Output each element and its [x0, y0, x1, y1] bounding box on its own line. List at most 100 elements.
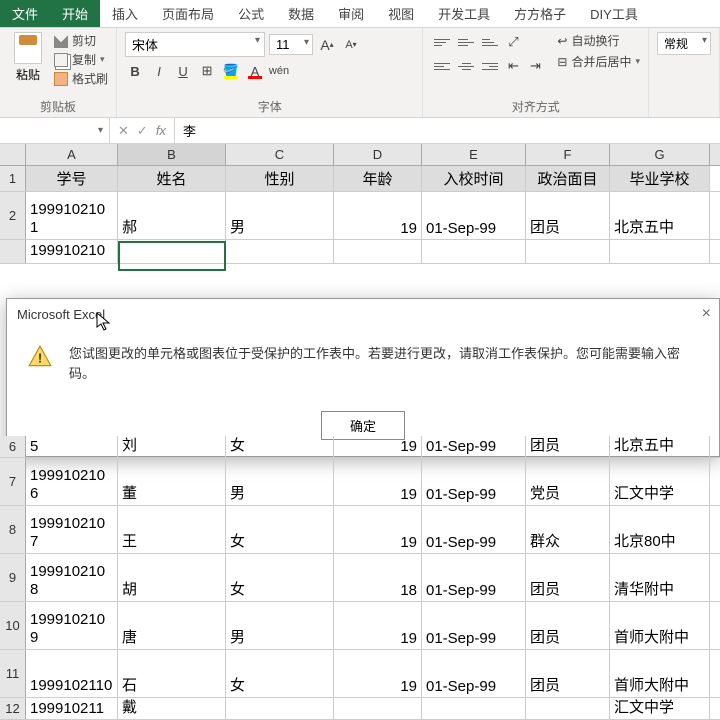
cell[interactable]: 1999102101: [26, 192, 118, 239]
paste-button[interactable]: 粘贴: [8, 32, 48, 87]
tab-diy[interactable]: DIY工具: [578, 0, 650, 27]
row-header[interactable]: 7: [0, 458, 26, 505]
cancel-icon[interactable]: ✕: [118, 123, 129, 139]
row-header[interactable]: [0, 240, 26, 263]
cell[interactable]: [334, 240, 422, 263]
cell[interactable]: 1999102107: [26, 506, 118, 553]
decrease-indent-button[interactable]: ⇤: [503, 56, 523, 76]
tab-home[interactable]: 开始: [50, 0, 100, 27]
italic-button[interactable]: I: [149, 61, 169, 81]
cell[interactable]: 党员: [526, 458, 610, 505]
cell[interactable]: 1999102110: [26, 650, 118, 697]
col-header-a[interactable]: A: [26, 144, 118, 165]
cell[interactable]: 1999102106: [26, 458, 118, 505]
number-format-select[interactable]: 常规: [657, 32, 711, 55]
cell[interactable]: 郝: [118, 192, 226, 239]
row-header[interactable]: 9: [0, 554, 26, 601]
cell[interactable]: 王: [118, 506, 226, 553]
cell[interactable]: 毕业学校: [610, 166, 710, 191]
cell[interactable]: 19: [334, 650, 422, 697]
cell[interactable]: 18: [334, 554, 422, 601]
cell[interactable]: [422, 240, 526, 263]
cell[interactable]: 19: [334, 192, 422, 239]
cell[interactable]: 01-Sep-99: [422, 458, 526, 505]
fx-icon[interactable]: fx: [156, 123, 166, 138]
wrap-text-button[interactable]: ↩自动换行: [557, 32, 640, 49]
cell[interactable]: 北京80中: [610, 506, 710, 553]
font-color-button[interactable]: A: [245, 61, 265, 81]
cell[interactable]: 汇文中学: [610, 458, 710, 505]
align-center-button[interactable]: [455, 56, 477, 76]
cell[interactable]: 男: [226, 458, 334, 505]
select-all-corner[interactable]: [0, 144, 26, 165]
cell[interactable]: 戴: [118, 698, 226, 719]
cell[interactable]: 01-Sep-99: [422, 650, 526, 697]
formula-input[interactable]: 李: [175, 118, 720, 143]
tab-formula[interactable]: 公式: [226, 0, 276, 27]
cell[interactable]: [334, 698, 422, 719]
cell[interactable]: 群众: [526, 506, 610, 553]
tab-view[interactable]: 视图: [376, 0, 426, 27]
cell[interactable]: 01-Sep-99: [422, 554, 526, 601]
cell[interactable]: 姓名: [118, 166, 226, 191]
bold-button[interactable]: B: [125, 61, 145, 81]
col-header-g[interactable]: G: [610, 144, 710, 165]
orientation-button[interactable]: ⤢: [503, 32, 523, 52]
cell[interactable]: 团员: [526, 436, 610, 457]
phonetic-button[interactable]: wén: [269, 61, 289, 81]
row-header[interactable]: 12: [0, 698, 26, 719]
cell-active[interactable]: [118, 240, 226, 263]
cell[interactable]: [422, 698, 526, 719]
border-button[interactable]: ⊞: [197, 61, 217, 81]
tab-dev[interactable]: 开发工具: [426, 0, 502, 27]
cell[interactable]: 首师大附中: [610, 602, 710, 649]
col-header-b[interactable]: B: [118, 144, 226, 165]
decrease-font-button[interactable]: A▾: [341, 35, 361, 55]
increase-font-button[interactable]: A▴: [317, 35, 337, 55]
cell[interactable]: 男: [226, 192, 334, 239]
tab-review[interactable]: 审阅: [326, 0, 376, 27]
col-header-e[interactable]: E: [422, 144, 526, 165]
cell[interactable]: 19: [334, 436, 422, 457]
cell[interactable]: 入校时间: [422, 166, 526, 191]
tab-data[interactable]: 数据: [276, 0, 326, 27]
cell[interactable]: 1999102109: [26, 602, 118, 649]
cell[interactable]: 01-Sep-99: [422, 506, 526, 553]
cell[interactable]: [610, 240, 710, 263]
cell[interactable]: 01-Sep-99: [422, 436, 526, 457]
cell[interactable]: 女: [226, 436, 334, 457]
cell[interactable]: 汇文中学: [610, 698, 710, 719]
format-painter-button[interactable]: 格式刷: [54, 70, 108, 87]
cell[interactable]: 1999102108: [26, 554, 118, 601]
cell[interactable]: 男: [226, 602, 334, 649]
cell[interactable]: 首师大附中: [610, 650, 710, 697]
cell[interactable]: 女: [226, 554, 334, 601]
merge-center-button[interactable]: ⊟合并后居中▾: [557, 53, 640, 70]
cell[interactable]: 唐: [118, 602, 226, 649]
cell[interactable]: 北京五中: [610, 192, 710, 239]
cell[interactable]: 19: [334, 458, 422, 505]
row-header[interactable]: 6: [0, 436, 26, 457]
fill-color-button[interactable]: 🪣: [221, 61, 241, 81]
cell[interactable]: 01-Sep-99: [422, 192, 526, 239]
cell[interactable]: 01-Sep-99: [422, 602, 526, 649]
close-icon[interactable]: ×: [702, 305, 711, 323]
cell[interactable]: 女: [226, 506, 334, 553]
align-left-button[interactable]: [431, 56, 453, 76]
cell[interactable]: 性别: [226, 166, 334, 191]
cell[interactable]: [226, 698, 334, 719]
tab-layout[interactable]: 页面布局: [150, 0, 226, 27]
cell[interactable]: 石: [118, 650, 226, 697]
col-header-f[interactable]: F: [526, 144, 610, 165]
cell[interactable]: 5: [26, 436, 118, 457]
cell[interactable]: [226, 240, 334, 263]
cell[interactable]: 胡: [118, 554, 226, 601]
cell[interactable]: 学号: [26, 166, 118, 191]
cell[interactable]: 年龄: [334, 166, 422, 191]
cell[interactable]: 团员: [526, 650, 610, 697]
cell[interactable]: 199910211: [26, 698, 118, 719]
cell[interactable]: 19: [334, 506, 422, 553]
cell[interactable]: 北京五中: [610, 436, 710, 457]
align-right-button[interactable]: [479, 56, 501, 76]
tab-insert[interactable]: 插入: [100, 0, 150, 27]
